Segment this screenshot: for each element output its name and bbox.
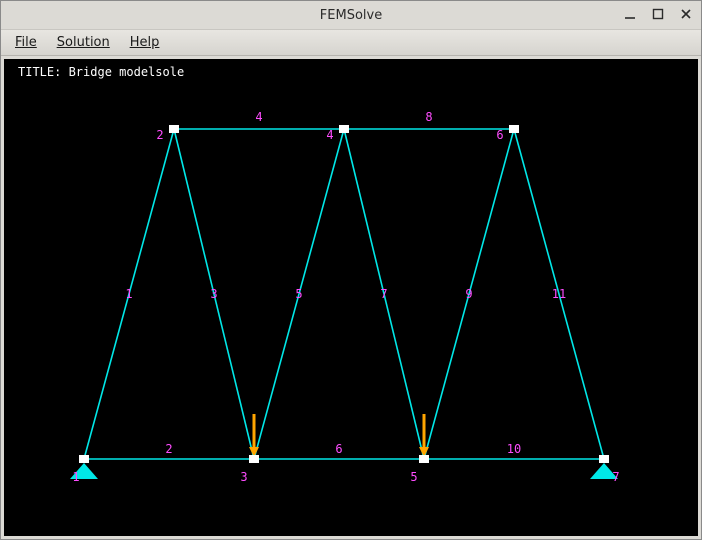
minimize-button[interactable] (621, 5, 639, 23)
menu-solution[interactable]: Solution (49, 33, 118, 52)
menu-file[interactable]: File (7, 33, 45, 52)
element-line (424, 129, 514, 459)
element-line (84, 129, 174, 459)
element-line (344, 129, 424, 459)
element-line (254, 129, 344, 459)
node-marker (249, 455, 259, 463)
node-marker (169, 125, 179, 133)
element-line (174, 129, 254, 459)
titlebar: FEMSolve (1, 1, 701, 30)
node-marker (339, 125, 349, 133)
maximize-button[interactable] (649, 5, 667, 23)
app-window: FEMSolve File Solution Help (0, 0, 702, 540)
model-svg (4, 59, 698, 536)
window-controls (621, 5, 695, 23)
node-marker (599, 455, 609, 463)
support-icon (590, 463, 618, 479)
close-button[interactable] (677, 5, 695, 23)
menu-help[interactable]: Help (122, 33, 168, 52)
node-marker (419, 455, 429, 463)
window-title: FEMSolve (1, 8, 701, 23)
close-icon (679, 7, 693, 21)
support-icon (70, 463, 98, 479)
element-line (514, 129, 604, 459)
model-canvas[interactable]: TITLE: Bridge modelsole 1234567891011123… (4, 59, 698, 536)
maximize-icon (651, 7, 665, 21)
minimize-icon (623, 7, 637, 21)
node-marker (509, 125, 519, 133)
canvas-container: TITLE: Bridge modelsole 1234567891011123… (1, 56, 701, 539)
menubar: File Solution Help (1, 30, 701, 56)
node-marker (79, 455, 89, 463)
